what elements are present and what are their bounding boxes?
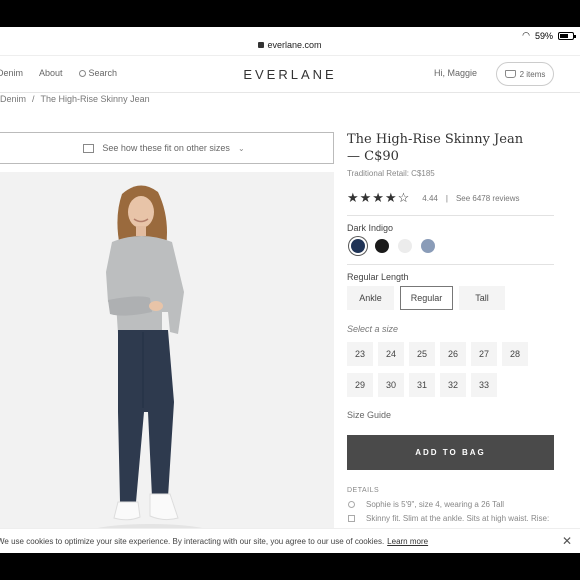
product-price: — C$90 (347, 149, 399, 164)
battery-percent: 59% (534, 30, 553, 41)
bottom-bezel (0, 553, 580, 580)
color-label: Dark Indigo (347, 223, 394, 233)
chevron-down-icon: ⌄ (237, 143, 245, 153)
traditional-retail-price: Traditional Retail: C$185 (347, 169, 435, 178)
site-nav: Denim About Search EVERLANE Hi, Maggie 2… (0, 55, 580, 93)
top-bezel (0, 0, 580, 27)
detail-line: Skinny fit. Slim at the ankle. Sits at h… (366, 514, 550, 523)
swatch-light-blue[interactable] (421, 239, 435, 253)
breadcrumb: Denim / The High-Rise Skinny Jean (0, 94, 150, 104)
reviews-link[interactable]: See 6478 reviews (456, 194, 520, 203)
size-button[interactable]: 30 (378, 373, 404, 397)
length-tall-button[interactable]: Tall (459, 286, 505, 310)
close-icon[interactable]: ✕ (562, 534, 572, 548)
cookie-banner: We use cookies to optimize your site exp… (0, 528, 580, 553)
select-size-label: Select a size (347, 324, 399, 334)
size-button[interactable]: 33 (471, 373, 497, 397)
url-text: everlane.com (267, 40, 322, 50)
battery-icon (558, 31, 576, 40)
size-button[interactable]: 28 (502, 342, 528, 366)
size-button[interactable]: 32 (440, 373, 466, 397)
person-icon (348, 501, 355, 508)
size-button[interactable]: 31 (409, 373, 435, 397)
add-to-bag-button[interactable]: ADD TO BAG (347, 435, 554, 470)
divider (347, 215, 554, 216)
product-title: The High-Rise Skinny Jean — C$90 (347, 131, 527, 165)
product-name: The High-Rise Skinny Jean (347, 132, 524, 147)
swatch-dark-indigo[interactable] (351, 239, 365, 253)
size-button[interactable]: 29 (347, 373, 373, 397)
length-ankle-button[interactable]: Ankle (347, 286, 394, 310)
fit-on-sizes-button[interactable]: See how these fit on other sizes ⌄ (0, 132, 334, 164)
rating-separator: | (445, 193, 448, 203)
pencil-icon (348, 515, 355, 522)
cart-button[interactable]: 2 items (496, 62, 554, 86)
swatch-white[interactable] (398, 239, 412, 253)
size-button[interactable]: 27 (471, 342, 497, 366)
star-rating-icon: ★★★★☆ (347, 190, 411, 205)
size-button[interactable]: 26 (440, 342, 466, 366)
breadcrumb-current: The High-Rise Skinny Jean (40, 94, 150, 104)
length-label: Regular Length (347, 272, 409, 282)
browser-screen: ◠ 59% everlane.com Denim About Search EV… (0, 27, 580, 553)
size-guide-link[interactable]: Size Guide (347, 410, 391, 420)
user-greeting[interactable]: Hi, Maggie (434, 68, 477, 78)
length-regular-button[interactable]: Regular (400, 286, 453, 310)
breadcrumb-denim[interactable]: Denim (0, 94, 26, 104)
cookie-text: We use cookies to optimize your site exp… (0, 536, 385, 546)
bag-icon (504, 70, 516, 78)
cart-count: 2 items (519, 69, 546, 79)
size-button[interactable]: 23 (347, 342, 373, 366)
product-photo[interactable] (0, 172, 334, 553)
model-illustration (0, 172, 334, 553)
image-icon (83, 143, 95, 153)
breadcrumb-separator: / (32, 94, 35, 104)
learn-more-link[interactable]: Learn more (387, 537, 428, 546)
size-button[interactable]: 25 (409, 342, 435, 366)
lock-icon (258, 42, 265, 48)
divider (347, 264, 554, 265)
details-heading: DETAILS (347, 487, 380, 494)
size-button[interactable]: 24 (378, 342, 404, 366)
swatch-black[interactable] (375, 239, 389, 253)
address-bar[interactable]: everlane.com (0, 40, 580, 50)
fit-prompt-label: See how these fit on other sizes (102, 143, 230, 153)
detail-line: Sophie is 5'9", size 4, wearing a 26 Tal… (366, 500, 505, 509)
everlane-logo[interactable]: EVERLANE (0, 67, 580, 82)
rating-value: 4.44 (422, 193, 438, 203)
rating-row: ★★★★☆ 4.44 | See 6478 reviews (347, 190, 520, 206)
